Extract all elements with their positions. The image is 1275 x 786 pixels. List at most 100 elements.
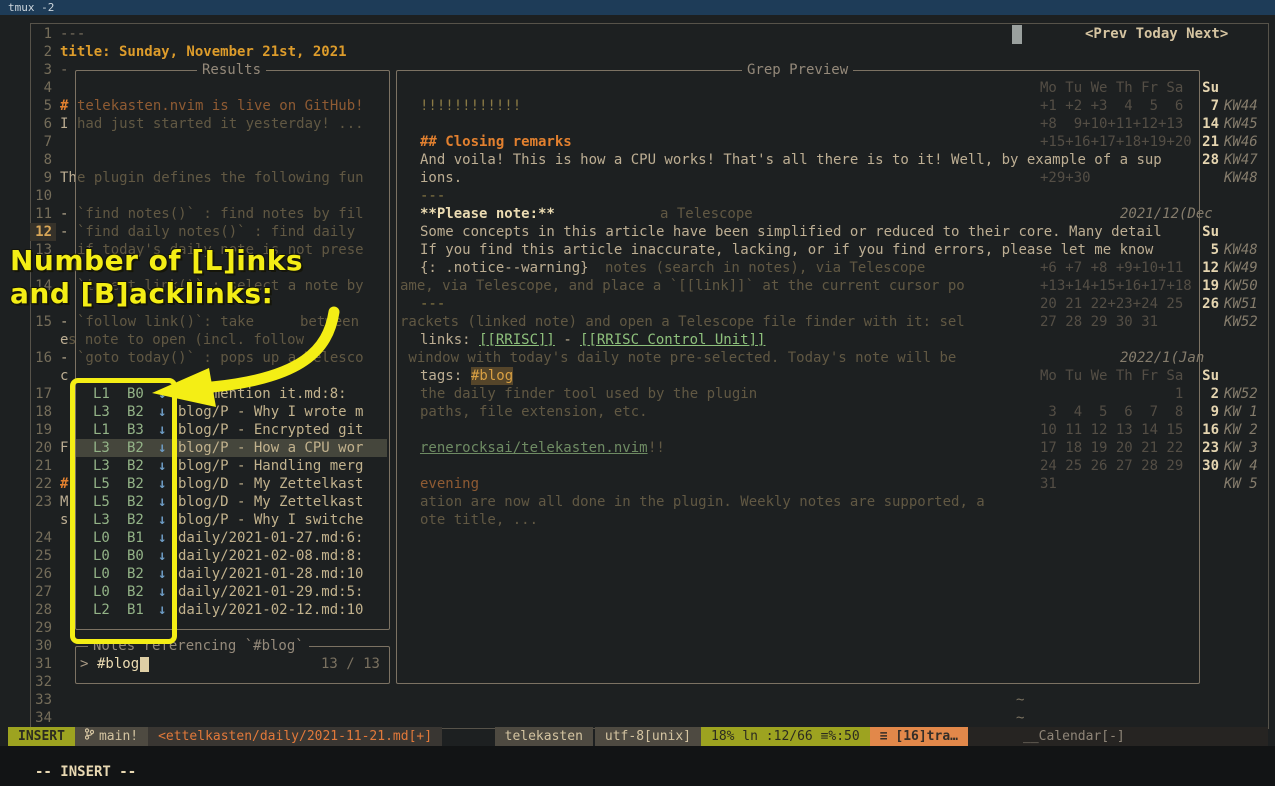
text-fragment: ---: [60, 25, 85, 43]
calendar-statusline: __Calendar[-]: [968, 727, 1268, 746]
preview-window-title: Grep Preview: [742, 61, 853, 79]
statusline-position: 18% ln :12/66 ≡%:50: [701, 727, 870, 746]
statusline-spacer: [442, 727, 495, 746]
calendar-week-number: KW48: [1224, 169, 1258, 187]
line-number: 34: [30, 709, 52, 727]
result-counter: 13 / 13: [280, 655, 380, 673]
text-fragment: M: [60, 493, 68, 511]
line-number: 8: [30, 151, 52, 169]
line-number: 25: [30, 547, 52, 565]
cmdline-area: [0, 746, 1275, 786]
calendar-sunday[interactable]: Su: [1197, 223, 1219, 241]
preview-window-border: [396, 70, 1200, 684]
calendar-week-number: KW52: [1224, 385, 1258, 403]
calendar-week-number: KW47: [1224, 151, 1258, 169]
statusline-filename: <ettelkasten/daily/2021-11-21.md[+]: [148, 727, 442, 746]
calendar-sunday[interactable]: 19: [1197, 277, 1219, 295]
calendar-week-number: KW52: [1224, 313, 1258, 331]
calendar-sunday[interactable]: 16: [1197, 421, 1219, 439]
line-number: 19: [30, 421, 52, 439]
results-window-title: Results: [197, 61, 266, 79]
statusline: INSERT main! <ettelkasten/daily/2021-11-…: [8, 727, 1268, 746]
text-fragment: ~: [1016, 691, 1024, 709]
line-number: 10: [30, 187, 52, 205]
text-fragment: s: [60, 511, 68, 529]
mode-indicator: INSERT: [8, 727, 75, 746]
calendar-week-number: KW 1: [1224, 403, 1258, 421]
line-number: 20: [30, 439, 52, 457]
terminal-page: tmux -2 12345678910111213141516171819202…: [0, 0, 1275, 786]
prompt-prefix-icon: >: [80, 655, 88, 673]
calendar-sunday[interactable]: Su: [1197, 79, 1219, 97]
calendar-week-number: KW 5: [1224, 475, 1258, 493]
calendar-sunday[interactable]: 7: [1197, 97, 1219, 115]
calendar-week-number: KW46: [1224, 133, 1258, 151]
window-separator: [1012, 25, 1022, 44]
git-branch-label: main!: [99, 727, 138, 746]
annotation-text: Number of [L]inks and [B]acklinks:: [10, 244, 303, 310]
calendar-week-number: KW 3: [1224, 439, 1258, 457]
line-number: 3: [30, 61, 52, 79]
calendar-week-number: KW48: [1224, 241, 1258, 259]
line-number: 4: [30, 79, 52, 97]
text-fragment: ~: [1016, 709, 1024, 727]
calendar-sunday[interactable]: 30: [1197, 457, 1219, 475]
annotation-line1: Number of [L]inks: [10, 244, 303, 277]
line-number: 5: [30, 97, 52, 115]
text-fragment: F: [60, 439, 68, 457]
calendar-sunday[interactable]: 14: [1197, 115, 1219, 133]
line-number: 32: [30, 673, 52, 691]
calendar-sunday[interactable]: 26: [1197, 295, 1219, 313]
line-number: 33: [30, 691, 52, 709]
git-branch-segment: main!: [75, 727, 148, 746]
line-number: 21: [30, 457, 52, 475]
calendar-sunday[interactable]: 2: [1197, 385, 1219, 403]
calendar-week-number: KW45: [1224, 115, 1258, 133]
calendar-week-number: KW49: [1224, 259, 1258, 277]
line-number: 15: [30, 313, 52, 331]
search-input[interactable]: #blog: [97, 655, 139, 673]
line-number: 27: [30, 583, 52, 601]
calendar-sunday[interactable]: 5: [1197, 241, 1219, 259]
annotation-highlight-box: [70, 378, 177, 644]
line-number: 9: [30, 169, 52, 187]
line-number: 1: [30, 25, 52, 43]
line-number: 17: [30, 385, 52, 403]
text-fragment: #: [60, 97, 68, 115]
line-number: 28: [30, 601, 52, 619]
line-number: 2: [30, 43, 52, 61]
line-number: 12: [30, 223, 52, 241]
calendar-week-number: KW50: [1224, 277, 1258, 295]
text-fragment: I: [60, 115, 68, 133]
text-fragment: c: [60, 367, 68, 385]
text-fragment: #: [60, 475, 68, 493]
calendar-week-number: KW51: [1224, 295, 1258, 313]
calendar-sunday[interactable]: 21: [1197, 133, 1219, 151]
calendar-sunday[interactable]: Su: [1197, 367, 1219, 385]
line-number: 6: [30, 115, 52, 133]
calendar-week-number: KW44: [1224, 97, 1258, 115]
line-number: 24: [30, 529, 52, 547]
statusline-encoding: utf-8[unix]: [595, 727, 701, 746]
line-number: 29: [30, 619, 52, 637]
line-number: 23: [30, 493, 52, 511]
calendar-sunday[interactable]: 9: [1197, 403, 1219, 421]
calendar-nav[interactable]: <Prev Today Next>: [1085, 25, 1228, 43]
statusline-warning: ≡ [16]tra…: [870, 727, 968, 746]
text-fragment: title: Sunday, November 21st, 2021: [60, 43, 347, 61]
line-number: 31: [30, 655, 52, 673]
git-branch-icon: [85, 727, 94, 746]
line-number: 30: [30, 637, 52, 655]
calendar-week-number: KW 2: [1224, 421, 1258, 439]
statusline-filetype: telekasten: [495, 727, 593, 746]
vim-mode-text: -- INSERT --: [35, 763, 136, 781]
line-number: 26: [30, 565, 52, 583]
line-number: 22: [30, 475, 52, 493]
calendar-week-number: KW 4: [1224, 457, 1258, 475]
calendar-sunday[interactable]: 23: [1197, 439, 1219, 457]
calendar-sunday[interactable]: 12: [1197, 259, 1219, 277]
text-fragment: -: [60, 61, 68, 79]
annotation-line2: and [B]acklinks:: [10, 277, 303, 310]
calendar-sunday[interactable]: 28: [1197, 151, 1219, 169]
line-number: 16: [30, 349, 52, 367]
